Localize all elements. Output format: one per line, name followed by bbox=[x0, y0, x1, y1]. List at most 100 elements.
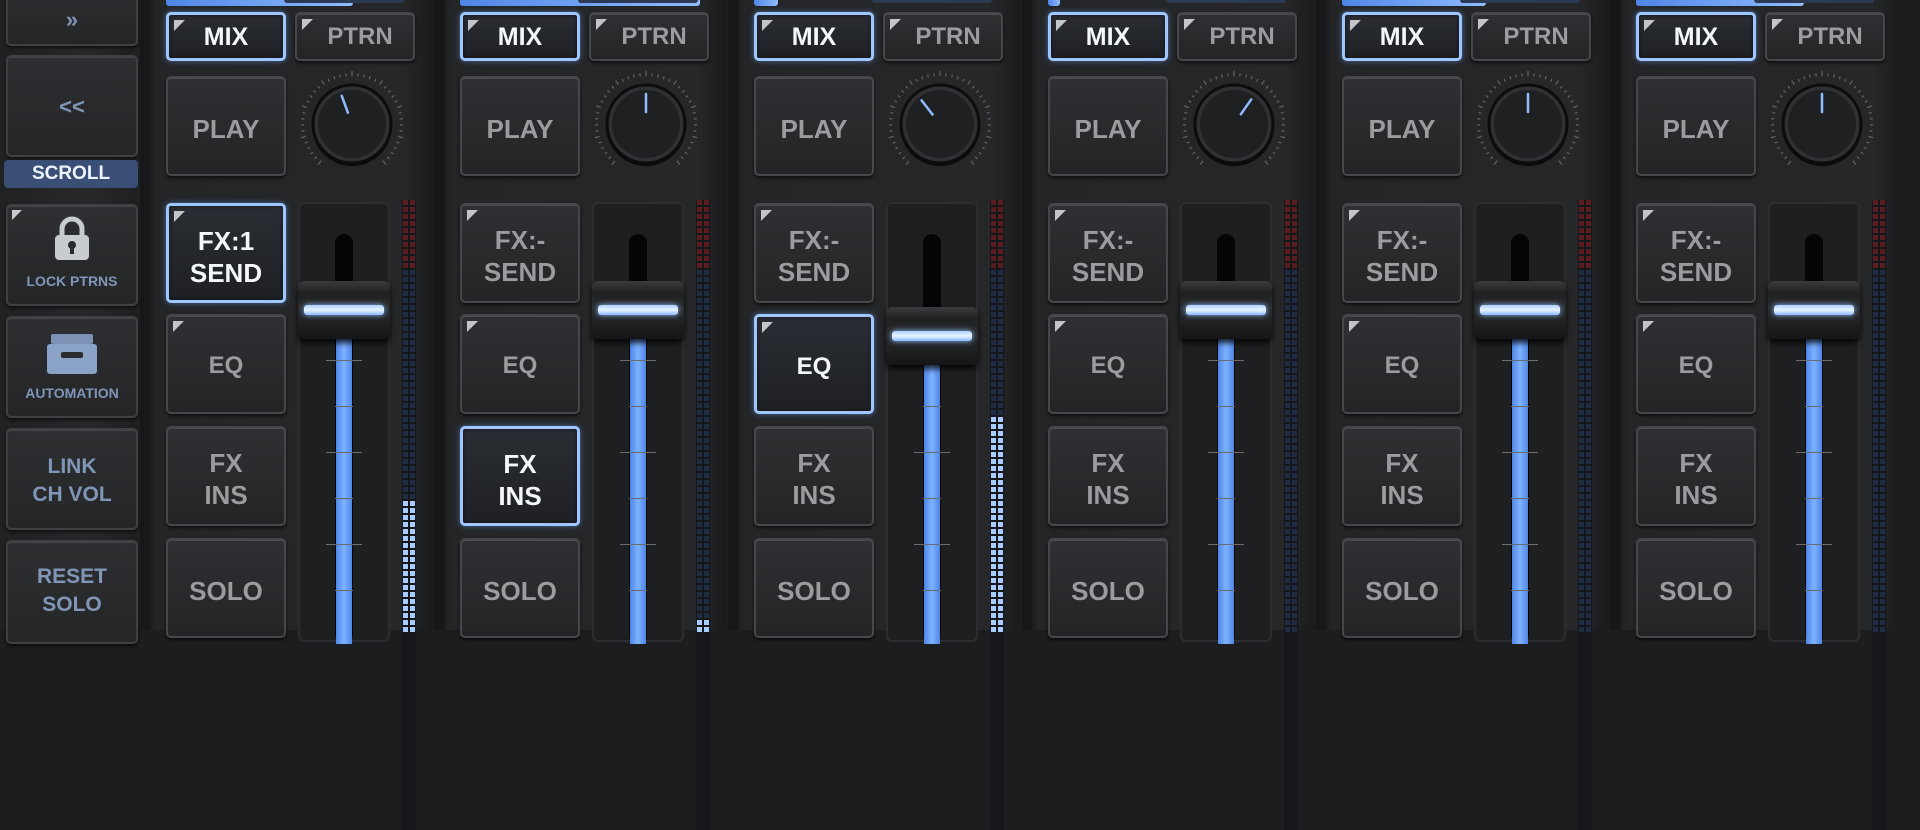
eq-button[interactable]: EQ bbox=[1636, 314, 1756, 414]
pattern-button[interactable]: PTRN bbox=[1765, 12, 1885, 61]
fader-level-fill bbox=[1218, 321, 1234, 644]
pan-knob[interactable] bbox=[298, 70, 406, 178]
eq-label: EQ bbox=[1638, 352, 1754, 380]
scroll-back-button[interactable]: << bbox=[6, 55, 138, 157]
volume-fader-handle[interactable] bbox=[592, 281, 684, 339]
solo-button[interactable]: SOLO bbox=[460, 538, 580, 638]
solo-button[interactable]: SOLO bbox=[754, 538, 874, 638]
eq-label: EQ bbox=[757, 353, 871, 381]
pattern-button[interactable]: PTRN bbox=[589, 12, 709, 61]
fx-send-button[interactable]: FX:-SEND bbox=[460, 203, 580, 303]
fx-send-button[interactable]: FX:-SEND bbox=[1342, 203, 1462, 303]
mix-label: MIX bbox=[463, 23, 577, 52]
fader-scale-tick bbox=[1502, 452, 1538, 453]
mix-button[interactable]: MIX bbox=[460, 12, 580, 61]
reset-solo-button[interactable]: RESET SOLO bbox=[6, 540, 138, 644]
mix-button[interactable]: MIX bbox=[166, 12, 286, 61]
fx-insert-button[interactable]: FXINS bbox=[754, 426, 874, 526]
lock-patterns-button[interactable]: LOCK PTRNS bbox=[6, 204, 138, 306]
solo-button[interactable]: SOLO bbox=[166, 538, 286, 638]
strip-divider bbox=[728, 0, 738, 630]
fx-insert-button[interactable]: FXINS bbox=[166, 426, 286, 526]
fader-scale-tick bbox=[629, 406, 647, 407]
mix-label: MIX bbox=[1345, 23, 1459, 52]
channel-strip: MIXPTRNPLAY FX:1SENDEQFXINSSOLO bbox=[150, 0, 432, 630]
fader-handle-indicator bbox=[1186, 305, 1266, 315]
reset-solo-line2: SOLO bbox=[8, 592, 136, 618]
automation-button[interactable]: AUTOMATION bbox=[6, 316, 138, 418]
pattern-button[interactable]: PTRN bbox=[1471, 12, 1591, 61]
pattern-button[interactable]: PTRN bbox=[295, 12, 415, 61]
solo-label: SOLO bbox=[462, 576, 578, 607]
fx-send-button[interactable]: FX:1SEND bbox=[166, 203, 286, 303]
fader-scale-tick bbox=[914, 452, 950, 453]
mix-button[interactable]: MIX bbox=[754, 12, 874, 61]
pan-knob[interactable] bbox=[886, 70, 994, 178]
fx-send-line1: FX:- bbox=[1344, 225, 1460, 256]
fx-insert-line1: FX bbox=[1638, 448, 1754, 479]
eq-button[interactable]: EQ bbox=[166, 314, 286, 414]
scroll-forward-button[interactable]: » bbox=[6, 0, 138, 46]
archive-box-icon bbox=[45, 332, 99, 376]
play-label: PLAY bbox=[462, 114, 578, 145]
mix-button[interactable]: MIX bbox=[1342, 12, 1462, 61]
pattern-button[interactable]: PTRN bbox=[883, 12, 1003, 61]
pan-knob[interactable] bbox=[592, 70, 700, 178]
volume-fader-handle[interactable] bbox=[1474, 281, 1566, 339]
fx-insert-button[interactable]: FXINS bbox=[1636, 426, 1756, 526]
pan-knob[interactable] bbox=[1768, 70, 1876, 178]
play-button[interactable]: PLAY bbox=[460, 76, 580, 176]
volume-fader-handle[interactable] bbox=[886, 307, 978, 365]
fader-scale-tick bbox=[1502, 360, 1538, 361]
fx-insert-button[interactable]: FXINS bbox=[1342, 426, 1462, 526]
fader-scale-tick bbox=[1511, 590, 1529, 591]
fx-send-button[interactable]: FX:-SEND bbox=[1636, 203, 1756, 303]
play-button[interactable]: PLAY bbox=[754, 76, 874, 176]
play-button[interactable]: PLAY bbox=[1048, 76, 1168, 176]
mix-label: MIX bbox=[169, 23, 283, 52]
fader-scale-tick bbox=[1208, 452, 1244, 453]
fader-scale-tick bbox=[326, 544, 362, 545]
level-meter bbox=[990, 200, 1004, 830]
solo-button[interactable]: SOLO bbox=[1636, 538, 1756, 638]
fader-level-fill bbox=[1512, 321, 1528, 644]
pan-knob[interactable] bbox=[1474, 70, 1582, 178]
fx-insert-line1: FX bbox=[463, 449, 577, 480]
corner-indicator-icon bbox=[467, 210, 478, 221]
corner-indicator-icon bbox=[1349, 321, 1360, 332]
volume-fader-handle[interactable] bbox=[298, 281, 390, 339]
mix-button[interactable]: MIX bbox=[1636, 12, 1756, 61]
fx-send-button[interactable]: FX:-SEND bbox=[754, 203, 874, 303]
play-button[interactable]: PLAY bbox=[166, 76, 286, 176]
eq-button[interactable]: EQ bbox=[1342, 314, 1462, 414]
pattern-button[interactable]: PTRN bbox=[1177, 12, 1297, 61]
eq-button[interactable]: EQ bbox=[460, 314, 580, 414]
channel-strip: MIX PTRNPLAY FX:-SEND EQ FXINS SOLO bbox=[1326, 0, 1608, 630]
solo-label: SOLO bbox=[1344, 576, 1460, 607]
fx-insert-line1: FX bbox=[168, 448, 284, 479]
eq-button[interactable]: EQ bbox=[1048, 314, 1168, 414]
fx-send-line2: SEND bbox=[1050, 257, 1166, 288]
corner-indicator-icon bbox=[762, 322, 773, 333]
link-ch-vol-button[interactable]: LINK CH VOL bbox=[6, 428, 138, 530]
volume-fader-handle[interactable] bbox=[1180, 281, 1272, 339]
fader-scale-tick bbox=[335, 406, 353, 407]
pan-knob[interactable] bbox=[1180, 70, 1288, 178]
fx-send-button[interactable]: FX:-SEND bbox=[1048, 203, 1168, 303]
solo-button[interactable]: SOLO bbox=[1048, 538, 1168, 638]
fader-scale-tick bbox=[629, 498, 647, 499]
play-label: PLAY bbox=[1050, 114, 1166, 145]
volume-fader-track bbox=[886, 202, 978, 642]
volume-fader-handle[interactable] bbox=[1768, 281, 1860, 339]
fx-send-line1: FX:- bbox=[1638, 225, 1754, 256]
fx-insert-line1: FX bbox=[1344, 448, 1460, 479]
solo-button[interactable]: SOLO bbox=[1342, 538, 1462, 638]
play-button[interactable]: PLAY bbox=[1636, 76, 1756, 176]
eq-button[interactable]: EQ bbox=[754, 314, 874, 414]
mix-button[interactable]: MIX bbox=[1048, 12, 1168, 61]
scroll-back-label: << bbox=[8, 97, 136, 116]
fx-insert-button[interactable]: FXINS bbox=[460, 426, 580, 526]
fader-scale-tick bbox=[326, 360, 362, 361]
fx-insert-button[interactable]: FXINS bbox=[1048, 426, 1168, 526]
play-button[interactable]: PLAY bbox=[1342, 76, 1462, 176]
